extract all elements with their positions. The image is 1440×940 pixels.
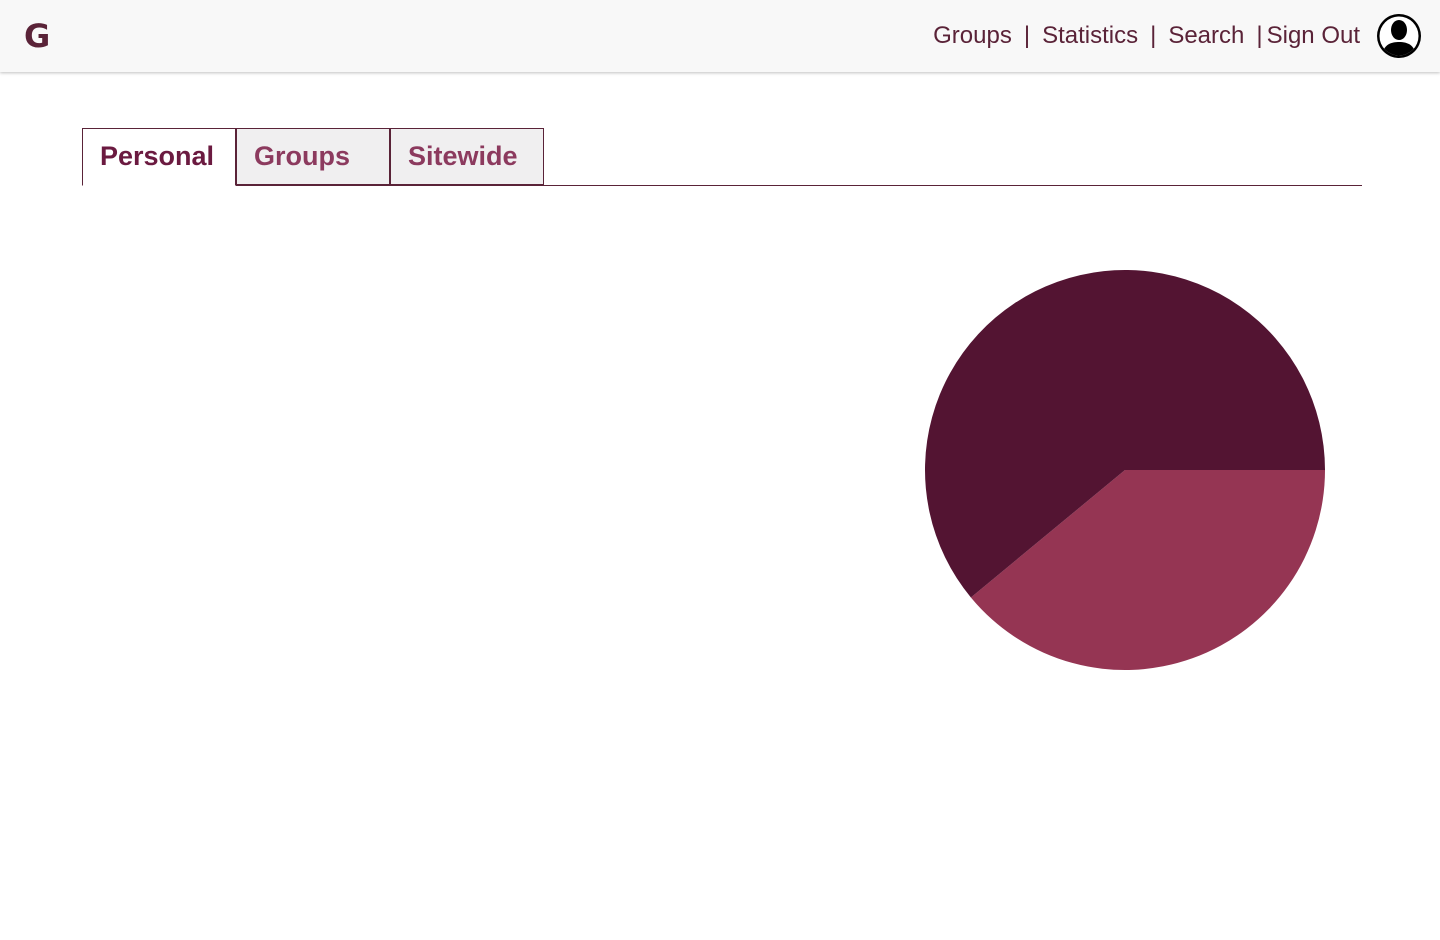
pie-chart — [924, 269, 1325, 670]
tab-groups-label: Groups — [254, 141, 351, 171]
nav-link-groups[interactable]: Groups — [933, 22, 1012, 50]
nav-separator: | — [1023, 22, 1031, 49]
nav-link-statistics[interactable]: Statistics — [1042, 22, 1138, 50]
nav-separator: | — [1256, 22, 1263, 49]
statistics-tabs: Personal Groups Sitewide — [82, 128, 1362, 186]
tab-groups[interactable]: Groups — [236, 128, 390, 185]
nav-link-search[interactable]: Search — [1168, 22, 1244, 50]
user-avatar-icon[interactable] — [1376, 13, 1422, 59]
main-nav: Groups | Statistics | Search | Sign Out — [933, 18, 1360, 54]
tab-sitewide-label: Sitewide — [408, 141, 518, 171]
nav-link-sign-out[interactable]: Sign Out — [1267, 22, 1360, 50]
top-navigation-bar: G Groups | Statistics | Search | Sign Ou… — [0, 0, 1440, 72]
tab-underline — [82, 185, 1362, 186]
nav-separator: | — [1150, 22, 1157, 49]
site-logo[interactable]: G — [24, 16, 50, 56]
tab-personal[interactable]: Personal — [82, 128, 236, 186]
tab-sitewide[interactable]: Sitewide — [390, 128, 544, 185]
tab-personal-label: Personal — [100, 141, 215, 171]
